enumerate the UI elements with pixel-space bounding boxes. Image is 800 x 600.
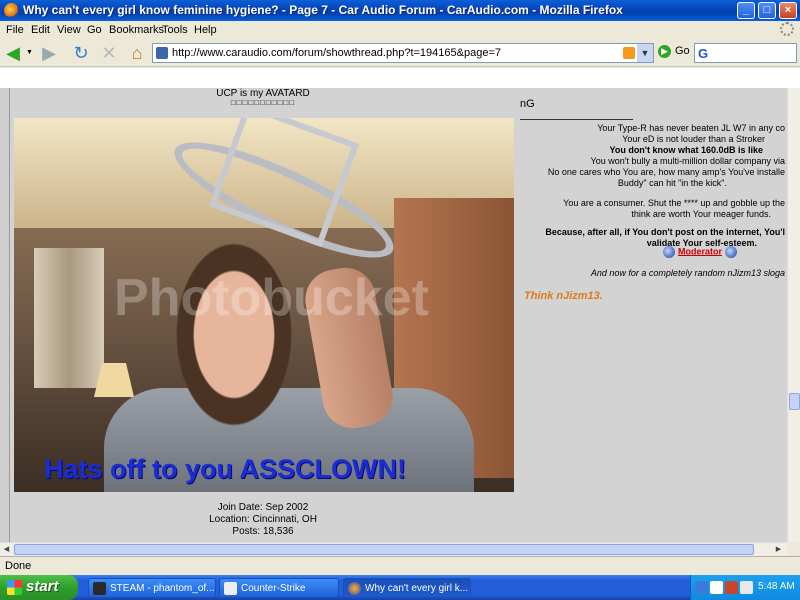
sig-line-5: No one cares who You are, how many amp's…	[547, 167, 785, 177]
think-slogan: Think nJizm13.	[524, 290, 603, 302]
firefox-icon	[4, 3, 19, 18]
close-button[interactable]: ×	[779, 2, 797, 19]
avatar-curtain	[34, 248, 104, 388]
window-title: Why can't every girl know feminine hygie…	[23, 3, 623, 17]
clock: 5:48 AM	[758, 581, 795, 592]
post-user-column: UCP is my AVATARD □□□□□□□□□□□ Photobucke…	[9, 88, 515, 542]
title-bar[interactable]: Why can't every girl know feminine hygie…	[0, 0, 800, 21]
tray-network-icon[interactable]	[695, 581, 708, 594]
sig-line-9: Because, after all, if You don't post on…	[545, 227, 785, 237]
location: Location: Cincinnati, OH	[209, 514, 317, 525]
photobucket-watermark: Photobucket	[114, 269, 429, 327]
avatar-hat	[162, 118, 406, 290]
page-content: UCP is my AVATARD □□□□□□□□□□□ Photobucke…	[0, 88, 787, 542]
browser-window: Why can't every girl know feminine hygie…	[0, 0, 800, 600]
go-label: Go	[675, 45, 690, 57]
menu-view[interactable]: View	[57, 24, 81, 36]
throbber-icon	[780, 22, 794, 36]
scroll-left-icon[interactable]: ◀	[0, 543, 13, 556]
tray-h-icon[interactable]	[710, 581, 723, 594]
menu-go[interactable]: Go	[87, 24, 102, 36]
navigation-toolbar: ◀ ▼ ▶ ↻ ✕ ⌂ http://www.caraudio.com/foru…	[0, 39, 800, 67]
sig-line-1: Your Type-R has never beaten JL W7 in an…	[597, 123, 785, 133]
sig-line-11: And now for a completely random nJizm13 …	[590, 268, 785, 278]
post-message-column: nG Your Type-R has never beaten JL W7 in…	[515, 88, 787, 542]
windows-flag-icon	[7, 580, 22, 595]
url-text[interactable]: http://www.caraudio.com/forum/showthread…	[172, 47, 501, 59]
sig-line-6: Buddy" can hit "in the kick".	[617, 178, 727, 188]
menu-tools[interactable]: Tools	[162, 24, 188, 36]
scroll-right-icon[interactable]: ▶	[772, 543, 785, 556]
post-message: nG	[520, 98, 535, 110]
horizontal-scrollbar[interactable]: ◀ ▶	[0, 542, 787, 556]
vertical-scroll-thumb[interactable]	[789, 393, 800, 410]
tray-app-icon[interactable]	[725, 581, 738, 594]
signature-divider	[520, 119, 633, 120]
sig-line-3: You don't know what 160.0dB is like	[609, 145, 763, 155]
task-counter-strike[interactable]: Counter-Strike	[219, 578, 339, 598]
url-bar[interactable]: http://www.caraudio.com/forum/showthread…	[152, 43, 654, 63]
taskbar: start STEAM - phantom_of... Counter-Stri…	[0, 575, 800, 600]
avatar-caption: Hats off to you ASSCLOWN!	[44, 454, 406, 484]
task-steam[interactable]: STEAM - phantom_of...	[88, 578, 216, 598]
reload-icon[interactable]: ↻	[70, 42, 92, 64]
status-bar: Done	[0, 556, 800, 575]
user-stats: Join Date: Sep 2002 Location: Cincinnati…	[10, 502, 516, 538]
sig-line-2: Your eD is not louder than a Stroker	[622, 134, 765, 144]
go-button[interactable]: ▶ Go	[658, 45, 690, 58]
rss-feed-icon[interactable]	[623, 47, 635, 59]
page-top-area	[0, 68, 800, 88]
task-firefox[interactable]: Why can't every girl k...	[343, 578, 471, 598]
status-text: Done	[5, 560, 32, 572]
menu-bookmarks[interactable]: Bookmarks	[109, 24, 164, 36]
system-tray: 5:48 AM	[690, 575, 800, 600]
back-arrow-icon[interactable]: ◀	[2, 42, 24, 64]
moderator-orb-icon-right	[725, 246, 738, 258]
minimize-button[interactable]: _	[737, 2, 755, 19]
avatar-image[interactable]: Photobucket Hats off to you ASSCLOWN!	[14, 118, 514, 492]
start-label: start	[26, 578, 59, 595]
home-icon[interactable]: ⌂	[126, 42, 148, 64]
task-counter-strike-label: Counter-Strike	[241, 583, 306, 594]
search-input[interactable]: G	[694, 43, 797, 63]
user-title-boxes: □□□□□□□□□□□	[230, 98, 296, 107]
stop-icon[interactable]: ✕	[98, 42, 120, 64]
counter-strike-icon	[224, 582, 237, 595]
sig-line-7: You are a consumer. Shut the **** up and…	[563, 198, 785, 208]
maximize-button[interactable]: □	[758, 2, 776, 19]
go-arrow-icon: ▶	[658, 45, 671, 58]
horizontal-scroll-thumb[interactable]	[14, 544, 754, 555]
tray-volume-icon[interactable]	[740, 581, 753, 594]
firefox-task-icon	[348, 582, 361, 595]
back-dropdown-icon[interactable]: ▼	[26, 49, 33, 56]
start-button[interactable]: start	[0, 575, 78, 600]
moderator-orb-icon	[663, 246, 675, 258]
menu-help[interactable]: Help	[194, 24, 217, 36]
site-icon	[156, 47, 168, 59]
sig-line-4: You won't bully a multi-million dollar c…	[590, 156, 785, 166]
moderator-link[interactable]: Moderator	[660, 246, 740, 258]
forward-arrow-icon[interactable]: ▶	[38, 42, 60, 64]
steam-icon	[93, 582, 106, 595]
join-date: Join Date: Sep 2002	[217, 502, 309, 513]
post-count: Posts: 18,536	[232, 526, 294, 537]
vertical-scrollbar[interactable]	[787, 88, 800, 542]
google-icon: G	[698, 46, 709, 61]
task-steam-label: STEAM - phantom_of...	[110, 583, 215, 594]
menu-file[interactable]: File	[6, 24, 24, 36]
sig-line-8: think are worth Your meager funds.	[631, 209, 771, 219]
task-firefox-label: Why can't every girl k...	[365, 583, 469, 594]
menu-edit[interactable]: Edit	[31, 24, 50, 36]
menu-bar: File Edit View Go Bookmarks Tools Help	[0, 21, 800, 39]
url-dropdown-icon[interactable]: ▼	[637, 44, 653, 62]
moderator-label[interactable]: Moderator	[678, 246, 722, 256]
